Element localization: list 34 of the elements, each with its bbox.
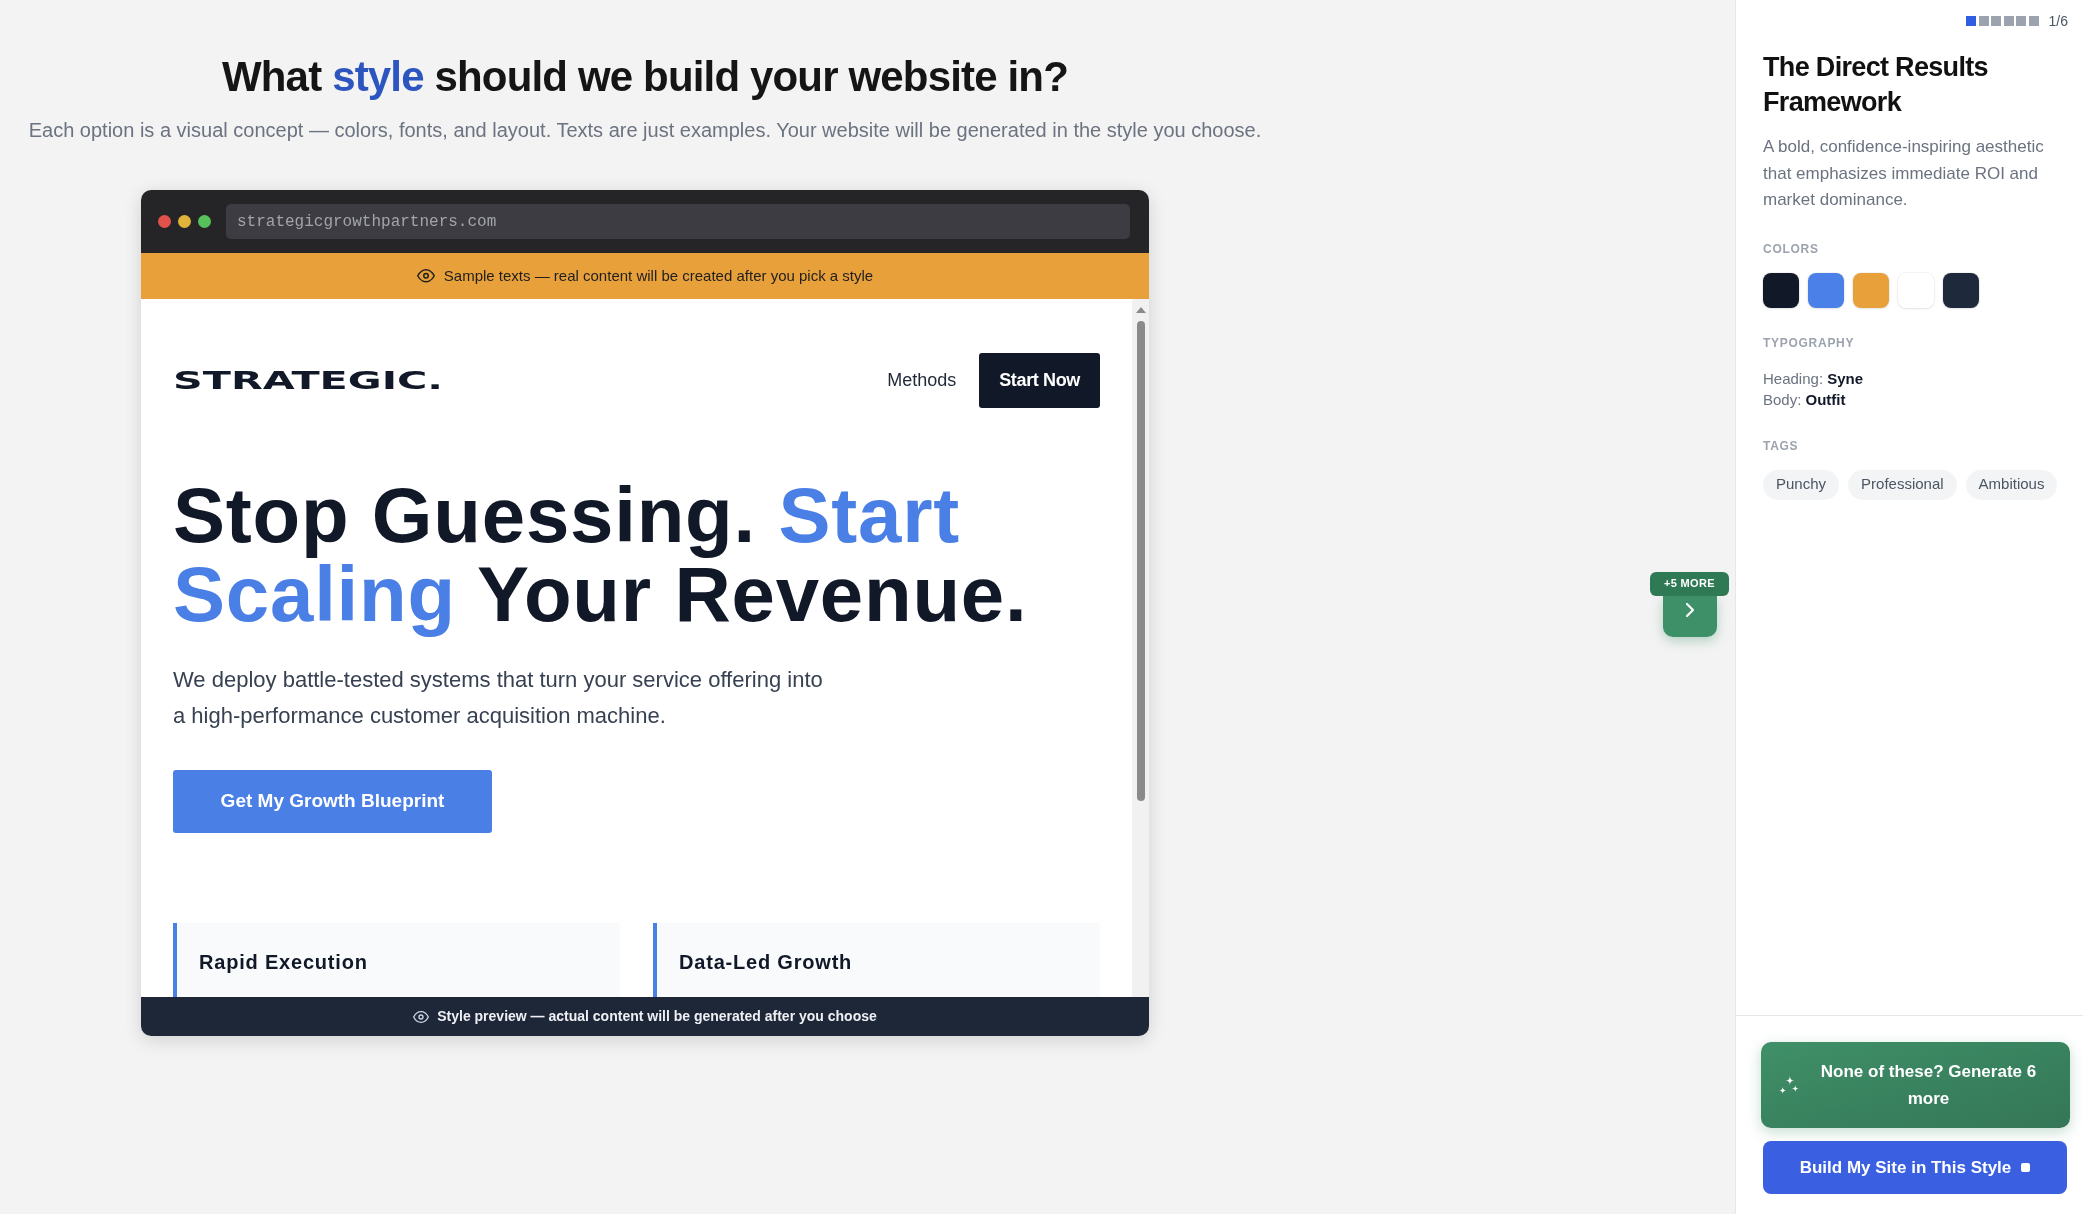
generate-button[interactable]: None of these? Generate 6 more bbox=[1761, 1042, 2070, 1128]
style-title: The Direct Results Framework bbox=[1763, 51, 1989, 119]
chevron-right-icon bbox=[1684, 601, 1695, 618]
page-subtitle: Each option is a visual concept — colors, fonts, and layout. Texts are just examples. Your website will be generated in the style you choose. bbox=[28, 118, 1262, 143]
page-counter: 1/6 bbox=[2048, 14, 2068, 28]
eye-icon bbox=[416, 269, 435, 283]
tag-chip: Professional bbox=[1848, 469, 1957, 500]
page-title: What style should we build your website in? bbox=[222, 52, 1068, 102]
tag-chip: Punchy bbox=[1763, 469, 1840, 500]
section-label: TYPOGRAPHY bbox=[1763, 334, 1856, 351]
typography-line: Heading: Syne bbox=[1763, 368, 1865, 389]
hero-paragraph: We deploy battle-tested systems that turn your service offering into a high-performance customer acquisition machine. bbox=[173, 666, 824, 730]
typography-line: Body: Outfit bbox=[1763, 389, 1847, 410]
style-description: A bold, confidence-inspiring aesthetic that emphasizes immediate ROI and market dominance. bbox=[1763, 136, 2045, 211]
card-title: Data-Led Growth bbox=[679, 951, 853, 973]
notice-text: Sample texts — real content will be created after you pick a style bbox=[443, 265, 874, 286]
cta-button[interactable]: Get My Growth Blueprint bbox=[173, 770, 492, 833]
nav-button[interactable]: Start Now bbox=[979, 353, 1100, 408]
section-label: COLORS bbox=[1763, 240, 1820, 257]
build-button[interactable]: Build My Site in This Style bbox=[1763, 1141, 2067, 1194]
eye-icon bbox=[413, 1010, 430, 1023]
sparkle-icon bbox=[1779, 1076, 1799, 1094]
section-label: TAGS bbox=[1763, 437, 1800, 454]
square-icon bbox=[2021, 1163, 2031, 1172]
card-title: Rapid Execution bbox=[199, 951, 368, 973]
scrollbar-thumb[interactable] bbox=[1136, 321, 1145, 801]
more-badge: +5 MORE bbox=[1650, 571, 1729, 596]
site-logo: STRATEGIC. bbox=[173, 366, 443, 395]
address-field[interactable]: strategicgrowthpartners.com bbox=[226, 204, 1130, 239]
footer-text: Style preview — actual content will be generated after you choose bbox=[437, 1007, 877, 1026]
tag-chip: Ambitious bbox=[1965, 469, 2058, 500]
next-button[interactable] bbox=[1662, 595, 1717, 637]
nav-link[interactable]: Methods bbox=[887, 367, 957, 394]
scroll-up-arrow-icon[interactable] bbox=[1135, 307, 1146, 313]
